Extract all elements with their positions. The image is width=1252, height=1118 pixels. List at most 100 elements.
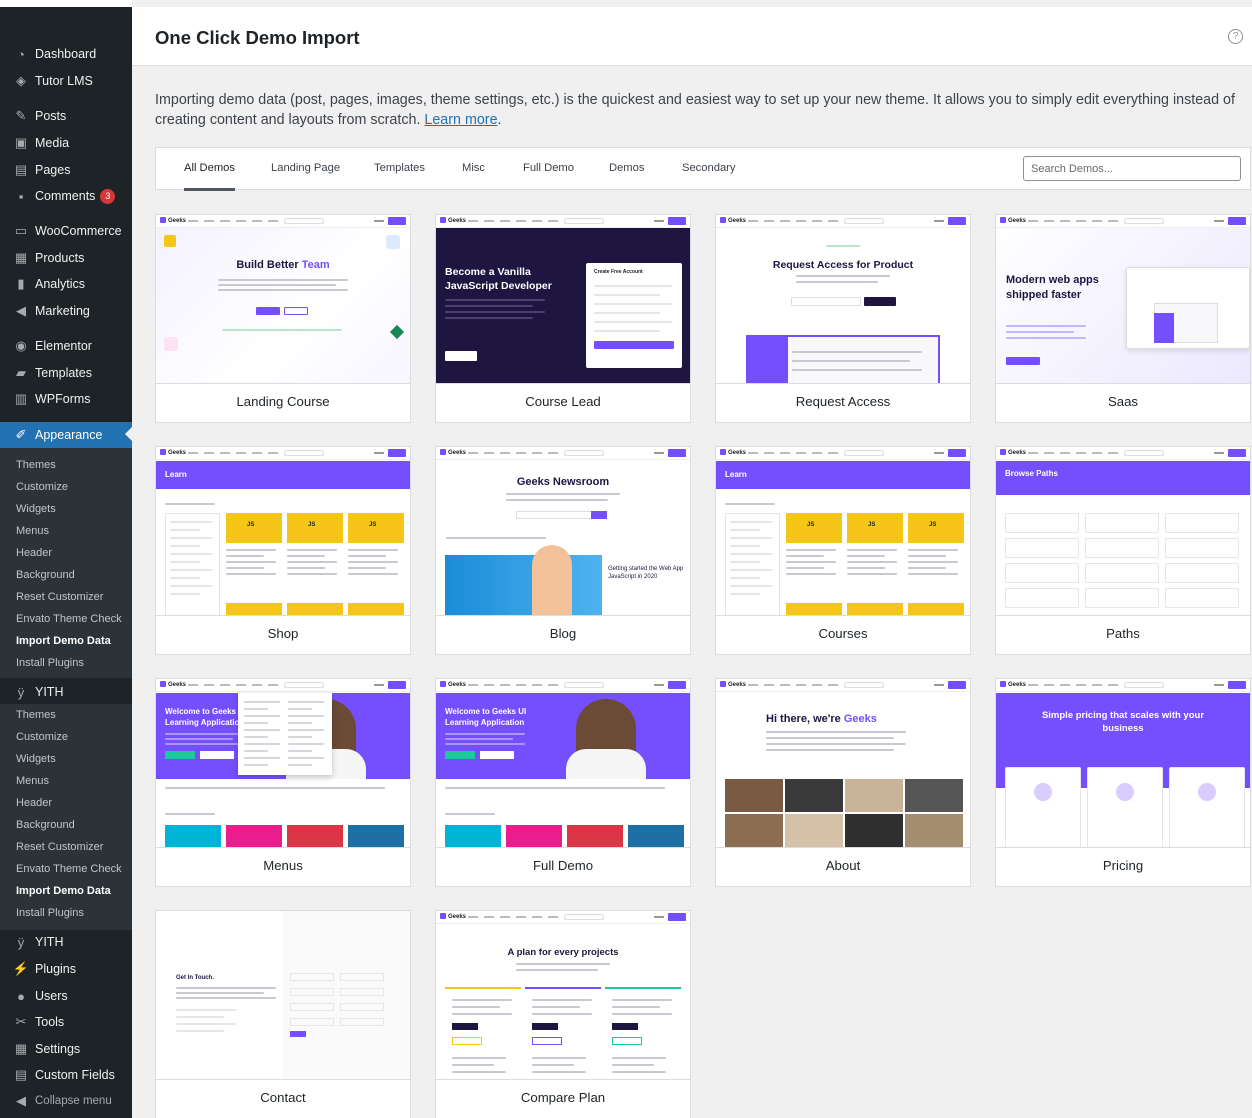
tab-landing-page[interactable]: Landing Page [271,148,340,189]
demo-card-landing-course[interactable]: Geeks Build Better Team Landing Course [155,214,411,423]
submenu-item-menus[interactable]: Menus [16,775,49,787]
sidebar-item-templates[interactable]: ▰ Templates [0,362,132,384]
demo-card-courses[interactable]: Geeks Learn JS JS JS Courses [715,446,971,655]
demo-preview-image[interactable]: Geeks Welcome to Geeks UI Learning Applic… [436,679,690,848]
course-thumbnail [908,513,964,543]
demo-card-course-lead[interactable]: Geeks Become a Vanilla JavaScript Develop… [435,214,691,423]
sidebar-item-marketing[interactable]: ◀ Marketing [0,300,132,322]
demo-preview-image[interactable]: Geeks Become a Vanilla JavaScript Develop… [436,215,690,384]
tab-full-demo[interactable]: Full Demo [523,148,574,189]
submenu-item-reset-customizer[interactable]: Reset Customizer [16,591,103,603]
intro-text: Importing demo data (post, pages, images… [155,92,1235,128]
wpforms-icon: ▥ [14,391,28,406]
demo-card-saas[interactable]: Geeks Modern web apps shipped faster Saas [995,214,1251,423]
tab-all-demos[interactable]: All Demos [184,148,235,191]
preview-signup-button [388,449,406,457]
help-icon[interactable]: ? [1228,29,1243,44]
sidebar-item-tutor-lms[interactable]: ◈ Tutor LMS [0,70,132,92]
demo-card-menus[interactable]: Geeks Welcome to Geeks UI Learning Applic… [155,678,411,887]
demo-preview-image[interactable]: Geeks Hi there, we're Geeks [716,679,970,848]
sidebar-item-users[interactable]: ● Users [0,985,132,1007]
demo-preview-image[interactable]: Geeks Modern web apps shipped faster [996,215,1250,384]
learn-more-link[interactable]: Learn more [424,112,497,128]
sidebar-item-label: WPForms [35,392,91,406]
submenu-item-themes[interactable]: Themes [16,709,56,721]
submenu-item-customize[interactable]: Customize [16,731,68,743]
sidebar-item-analytics[interactable]: ▮ Analytics [0,273,132,295]
sidebar-item-yith[interactable]: ÿ YITH [0,931,132,953]
sidebar-item-yith-group[interactable]: ÿ YITH [0,681,132,703]
submenu-item-header[interactable]: Header [16,797,52,809]
sidebar-item-elementor[interactable]: ◉ Elementor [0,335,132,357]
yith-submenu: Themes Customize Widgets Menus Header Backgro… [0,704,132,930]
sidebar-item-appearance[interactable]: ✐ Appearance [0,422,132,448]
sidebar-item-custom-fields[interactable]: ▤ Custom Fields [0,1064,132,1086]
sidebar-item-wpforms[interactable]: ▥ WPForms [0,388,132,410]
sidebar-item-media[interactable]: ▣ Media [0,132,132,154]
submenu-item-install-plugins[interactable]: Install Plugins [16,657,84,669]
submenu-item-background[interactable]: Background [16,569,75,581]
submenu-item-import-demo-data[interactable]: Import Demo Data [16,885,111,897]
preview-search [516,511,596,519]
demo-preview-image[interactable]: Geeks Simple pricing that scales with you… [996,679,1250,848]
demo-card-paths[interactable]: Geeks Browse Paths Paths [995,446,1251,655]
tab-secondary[interactable]: Secondary [682,148,736,189]
sidebar-item-dashboard[interactable]: ◔ Dashboard [0,43,132,65]
demo-card-compare-plan[interactable]: Geeks A plan for every projects Compare Pl… [435,910,691,1118]
demo-card-about[interactable]: Geeks Hi there, we're Geeks About [715,678,971,887]
sidebar-item-label: Elementor [35,339,92,353]
sidebar-item-woocommerce[interactable]: ▭ WooCommerce [0,220,132,242]
demo-card-blog[interactable]: Geeks Geeks Newsroom Getting started the W… [435,446,691,655]
sidebar-item-products[interactable]: ▦ Products [0,247,132,269]
demo-preview-image[interactable]: Geeks Build Better Team [156,215,410,384]
sidebar-item-settings[interactable]: ▦ Settings [0,1038,132,1060]
submenu-item-widgets[interactable]: Widgets [16,503,56,515]
tab-demos[interactable]: Demos [609,148,644,189]
demo-preview-image[interactable]: Geeks Learn JS JS JS [156,447,410,616]
sidebar-item-pages[interactable]: ▤ Pages [0,159,132,181]
submenu-item-reset-customizer[interactable]: Reset Customizer [16,841,103,853]
sidebar-item-collapse-menu[interactable]: ◀ Collapse menu [0,1090,132,1112]
tab-misc[interactable]: Misc [462,148,485,189]
demo-card-shop[interactable]: Geeks Learn JS JS JS Shop [155,446,411,655]
demo-preview-image[interactable]: Geeks Geeks Newsroom Getting started the W… [436,447,690,616]
demo-card-contact[interactable]: Get In Touch. Contact [155,910,411,1118]
sidebar-item-posts[interactable]: ✎ Posts [0,105,132,127]
sidebar-item-plugins[interactable]: ⚡ Plugins [0,958,132,980]
contact-field [340,973,384,981]
submenu-item-install-plugins[interactable]: Install Plugins [16,907,84,919]
submenu-item-customize[interactable]: Customize [16,481,68,493]
demo-preview-image[interactable]: Geeks Welcome to Geeks UI Learning Applic… [156,679,410,848]
demo-preview-image[interactable]: Get In Touch. [156,911,410,1080]
text-line [594,321,672,323]
sidebar-item-label: Analytics [35,277,86,291]
text-line [1006,325,1086,327]
demo-card-request-access[interactable]: Geeks Request Access for Product Request A… [715,214,971,423]
submenu-item-envato-theme-check[interactable]: Envato Theme Check [16,863,122,875]
text-line [226,573,276,575]
sidebar-item-comments[interactable]: ▪ Comments 3 [0,185,132,207]
submenu-item-import-demo-data[interactable]: Import Demo Data [16,635,111,647]
text-line [847,573,897,575]
sidebar-item-label: Posts [35,109,67,123]
demo-preview-image[interactable]: Geeks A plan for every projects [436,911,690,1080]
submenu-item-menus[interactable]: Menus [16,525,49,537]
tab-templates[interactable]: Templates [374,148,425,189]
demo-card-pricing[interactable]: Geeks Simple pricing that scales with you… [995,678,1251,887]
submenu-item-envato-theme-check[interactable]: Envato Theme Check [16,613,122,625]
submenu-item-background[interactable]: Background [16,819,75,831]
sidebar-item-tools[interactable]: ✂ Tools [0,1011,132,1033]
demo-preview-image[interactable]: Geeks Browse Paths [996,447,1250,616]
search-demos-input[interactable] [1023,156,1241,181]
text-line [532,1064,574,1066]
submenu-item-themes[interactable]: Themes [16,459,56,471]
text-line [218,279,348,281]
demo-card-full-demo[interactable]: Geeks Welcome to Geeks UI Learning Applic… [435,678,691,887]
submenu-item-header[interactable]: Header [16,547,52,559]
text-line [730,521,772,523]
submenu-item-widgets[interactable]: Widgets [16,753,56,765]
demo-preview-image[interactable]: Geeks Request Access for Product [716,215,970,384]
text-line [244,736,268,738]
demo-preview-image[interactable]: Geeks Learn JS JS JS [716,447,970,616]
preview-signin [374,452,384,454]
